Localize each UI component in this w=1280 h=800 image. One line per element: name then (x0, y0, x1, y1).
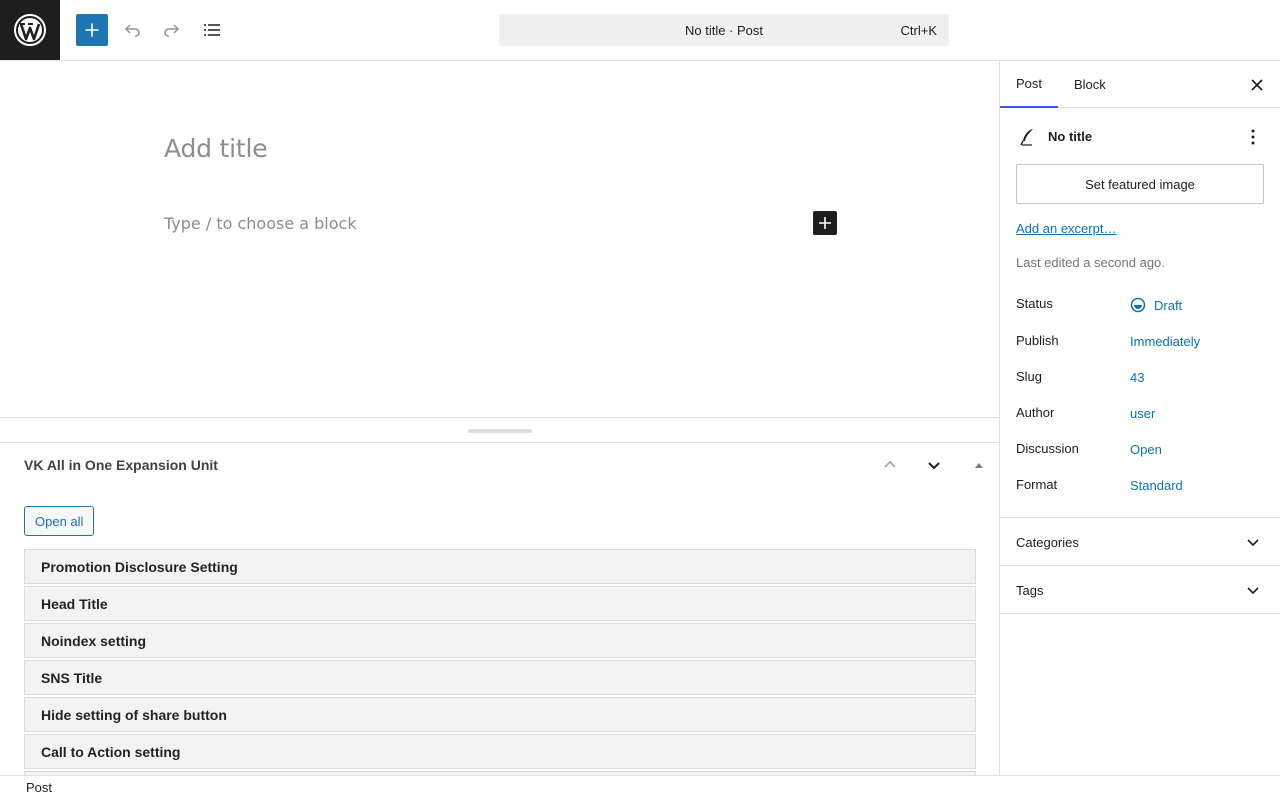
triangle-up-icon (975, 463, 983, 468)
discussion-row: Discussion Open (1016, 441, 1266, 461)
section-noindex[interactable]: Noindex setting (24, 623, 976, 658)
add-excerpt-link[interactable]: Add an excerpt… (1016, 221, 1116, 236)
author-button[interactable]: user (1130, 406, 1155, 421)
discussion-label: Discussion (1016, 441, 1079, 456)
chevron-up-icon (884, 460, 896, 468)
section-call-to-action[interactable]: Call to Action setting (24, 734, 976, 769)
metabox-title: VK All in One Expansion Unit (24, 457, 218, 473)
status-button[interactable]: Draft (1130, 297, 1182, 313)
inline-block-inserter-button[interactable] (813, 211, 837, 235)
section-head-title[interactable]: Head Title (24, 586, 976, 621)
author-label: Author (1016, 405, 1055, 420)
format-button[interactable]: Standard (1130, 478, 1183, 493)
tab-block[interactable]: Block (1058, 61, 1122, 108)
last-edited-text: Last edited a second ago. (1016, 255, 1165, 270)
settings-section-list: Promotion Disclosure Setting Head Title … (24, 549, 976, 775)
categories-panel-title: Categories (1016, 535, 1079, 550)
breadcrumb[interactable]: Post (26, 780, 52, 795)
status-row: Status Draft (1016, 296, 1266, 316)
draft-status-icon (1130, 297, 1146, 313)
publish-label: Publish (1016, 333, 1059, 348)
move-up-button[interactable] (878, 453, 902, 477)
document-overview-button[interactable] (196, 14, 228, 46)
toggle-panel-button[interactable] (967, 453, 991, 477)
slug-button[interactable]: 43 (1130, 370, 1144, 385)
chevron-down-icon (928, 462, 940, 470)
status-value: Draft (1154, 297, 1183, 313)
document-title-label: No title · Post (684, 22, 764, 38)
post-summary-panel: No title Set featured image Add an excer… (1000, 108, 1280, 518)
tags-panel-title: Tags (1016, 583, 1044, 598)
block-inserter-button[interactable] (76, 14, 108, 46)
wordpress-logo-button[interactable] (0, 0, 60, 60)
metabox-vk-expansion-unit: VK All in One Expansion Unit Open all Pr… (0, 443, 999, 775)
section-hide-share-button[interactable]: Hide setting of share button (24, 697, 976, 732)
slug-label: Slug (1016, 369, 1043, 384)
categories-panel[interactable]: Categories (1000, 518, 1280, 566)
close-sidebar-button[interactable] (1245, 73, 1269, 97)
chevron-down-icon (1245, 582, 1261, 598)
chevron-down-icon (1245, 534, 1261, 550)
publish-button[interactable]: Immediately (1130, 334, 1200, 349)
slug-row: Slug 43 (1016, 369, 1266, 389)
editor-footer: Post (0, 775, 1280, 800)
default-block-appender[interactable]: Type / to choose a block (164, 214, 357, 233)
close-icon (1251, 79, 1263, 91)
plus-icon (85, 23, 99, 37)
more-vertical-icon (1251, 129, 1255, 145)
post-title-input[interactable]: Add title (164, 134, 268, 163)
open-all-button[interactable]: Open all (24, 506, 95, 536)
tab-post[interactable]: Post (1000, 61, 1059, 108)
metabox-resize-handle[interactable] (468, 429, 532, 433)
undo-button[interactable] (116, 14, 148, 46)
status-label: Status (1016, 296, 1053, 311)
publish-row: Publish Immediately (1016, 333, 1266, 353)
editor-canvas: Add title Type / to choose a block (0, 61, 999, 417)
author-row: Author user (1016, 405, 1266, 425)
editor-header: No title · Post Ctrl+K (0, 0, 1280, 61)
document-overview-icon (204, 24, 220, 36)
discussion-button[interactable]: Open (1130, 442, 1162, 457)
wordpress-logo-icon (14, 14, 46, 46)
set-featured-image-button[interactable]: Set featured image (1016, 164, 1264, 204)
settings-sidebar: Post Block No title Set featured image A… (999, 61, 1280, 775)
format-row: Format Standard (1016, 477, 1266, 497)
command-shortcut: Ctrl+K (900, 23, 937, 38)
redo-button[interactable] (156, 14, 188, 46)
undo-icon (124, 24, 140, 37)
post-actions-menu-button[interactable] (1241, 125, 1265, 149)
sidebar-tabs: Post Block (1000, 61, 1280, 108)
plus-icon (819, 217, 831, 229)
redo-icon (164, 24, 180, 37)
command-palette-bar[interactable]: No title · Post Ctrl+K (499, 14, 949, 46)
section-sns-title[interactable]: SNS Title (24, 660, 976, 695)
move-down-button[interactable] (922, 453, 946, 477)
feather-pen-icon (1020, 129, 1033, 146)
tags-panel[interactable]: Tags (1000, 566, 1280, 614)
post-type-icon-wrap (1016, 125, 1040, 149)
format-label: Format (1016, 477, 1058, 492)
metabox-resize-area (0, 417, 999, 443)
section-promotion-disclosure[interactable]: Promotion Disclosure Setting (24, 549, 976, 584)
post-title-label: No title (1048, 129, 1093, 144)
